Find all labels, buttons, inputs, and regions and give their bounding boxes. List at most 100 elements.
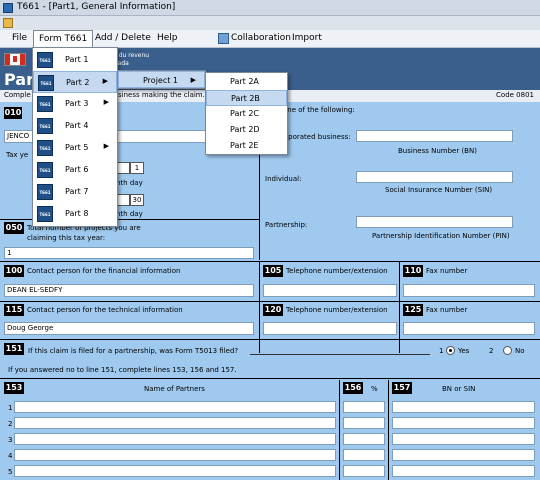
partner-percent-field[interactable] bbox=[343, 417, 385, 429]
project-count-field[interactable]: 1 bbox=[4, 247, 254, 259]
partner-percent-field[interactable] bbox=[343, 401, 385, 413]
instruction-start: Comple bbox=[4, 91, 31, 99]
menu-item-part-1[interactable]: T661 Part 1 bbox=[33, 49, 117, 71]
sin-field[interactable] bbox=[356, 171, 513, 183]
t661-icon: T661 bbox=[37, 162, 53, 178]
line-151-label: If this claim is filed for a partnership… bbox=[28, 347, 239, 355]
month-day-2-label: nth day bbox=[116, 210, 143, 218]
line-115-number: 115 bbox=[4, 304, 24, 316]
partner-name-field[interactable] bbox=[14, 449, 336, 461]
month-2-field[interactable] bbox=[116, 194, 130, 206]
partner-percent-field[interactable] bbox=[343, 433, 385, 445]
menu-item-part-5[interactable]: T661 Part 5 ▶ bbox=[33, 137, 117, 159]
partner-row-number: 1 bbox=[8, 404, 13, 412]
project-1-submenu: Part 2A Part 2B Part 2C Part 2D Part 2E bbox=[205, 72, 288, 155]
line-151-note: If you answered no to line 151, complete… bbox=[8, 366, 237, 374]
t661-icon: T661 bbox=[37, 184, 53, 200]
partner-percent-field[interactable] bbox=[343, 465, 385, 477]
menu-item-part-4[interactable]: T661 Part 4 bbox=[33, 115, 117, 137]
line-151-number: 151 bbox=[4, 343, 24, 355]
menu-item-part-2d[interactable]: Part 2D bbox=[206, 122, 287, 138]
no-number: 2 bbox=[489, 347, 494, 355]
t661-icon: T661 bbox=[38, 75, 54, 91]
partner-row-number: 3 bbox=[8, 436, 13, 444]
menu-collaboration[interactable]: Collaboration bbox=[231, 33, 291, 43]
one-of-label: one of the following: bbox=[283, 106, 355, 114]
yes-number: 1 bbox=[439, 347, 444, 355]
bn-label: Business Number (BN) bbox=[398, 147, 477, 155]
pin-label: Partnership Identification Number (PIN) bbox=[372, 232, 510, 240]
technical-fax-field[interactable] bbox=[403, 322, 535, 335]
day-2-field[interactable]: 30 bbox=[130, 194, 144, 206]
collaboration-icon[interactable] bbox=[218, 33, 229, 44]
menu-item-part-2c[interactable]: Part 2C bbox=[206, 106, 287, 122]
line-115-label: Contact person for the technical informa… bbox=[27, 306, 183, 314]
window-title: T661 - [Part1, General Information] bbox=[17, 2, 176, 12]
col-156-label: % bbox=[371, 385, 378, 393]
t661-icon: T661 bbox=[37, 52, 53, 68]
partner-name-field[interactable] bbox=[14, 417, 336, 429]
line-050-number: 050 bbox=[4, 222, 24, 234]
individual-label: Individual: bbox=[265, 175, 302, 183]
form-code: Code 0801 bbox=[496, 91, 534, 99]
col-157-number: 157 bbox=[392, 382, 412, 394]
partner-percent-field[interactable] bbox=[343, 449, 385, 461]
no-radio[interactable] bbox=[503, 346, 512, 355]
menu-item-part-2a[interactable]: Part 2A bbox=[206, 74, 287, 90]
day-1-field[interactable]: 1 bbox=[130, 162, 144, 174]
line-100-number: 100 bbox=[4, 265, 24, 277]
pin-field[interactable] bbox=[356, 216, 513, 228]
financial-contact-field[interactable]: DEAN EL-SEDFY bbox=[4, 284, 254, 297]
menu-item-project-1[interactable]: Project 1 ▶ bbox=[118, 71, 205, 88]
menu-item-part-6[interactable]: T661 Part 6 bbox=[33, 159, 117, 181]
menu-import[interactable]: Import bbox=[292, 33, 322, 43]
partner-bn-field[interactable] bbox=[392, 401, 535, 413]
yes-radio[interactable] bbox=[446, 346, 455, 355]
technical-phone-field[interactable] bbox=[263, 322, 397, 335]
part-title: Par bbox=[4, 70, 34, 89]
menu-item-part-2b[interactable]: Part 2B bbox=[206, 90, 287, 106]
row-divider bbox=[0, 301, 540, 302]
line-100-label: Contact person for the financial informa… bbox=[27, 267, 181, 275]
line-125-label: Fax number bbox=[426, 306, 468, 314]
partner-row-number: 5 bbox=[8, 468, 13, 476]
financial-phone-field[interactable] bbox=[263, 284, 397, 297]
partner-name-field[interactable] bbox=[14, 465, 336, 477]
menu-add-delete[interactable]: Add / Delete bbox=[95, 33, 151, 43]
partner-row-number: 2 bbox=[8, 420, 13, 428]
month-1-field[interactable] bbox=[116, 162, 130, 174]
partnership-label: Partnership: bbox=[265, 221, 308, 229]
partner-bn-field[interactable] bbox=[392, 465, 535, 477]
leader-line bbox=[250, 354, 430, 355]
financial-fax-field[interactable] bbox=[403, 284, 535, 297]
submenu-arrow-icon: ▶ bbox=[103, 142, 109, 150]
col-157-label: BN or SIN bbox=[442, 385, 476, 393]
no-label: No bbox=[515, 347, 525, 355]
menu-item-part-2[interactable]: T661 Part 2 ▶ bbox=[33, 71, 117, 93]
instruction-end: siness making the claim. bbox=[118, 91, 205, 99]
part-2-submenu: Project 1 ▶ bbox=[117, 70, 206, 89]
line-110-number: 110 bbox=[403, 265, 423, 277]
technical-contact-field[interactable]: Doug George bbox=[4, 322, 254, 335]
partner-bn-field[interactable] bbox=[392, 433, 535, 445]
menu-item-part-7[interactable]: T661 Part 7 bbox=[33, 181, 117, 203]
partner-bn-field[interactable] bbox=[392, 417, 535, 429]
menu-item-part-8[interactable]: T661 Part 8 bbox=[33, 203, 117, 225]
col-divider-3 bbox=[339, 380, 340, 480]
partner-name-field[interactable] bbox=[14, 401, 336, 413]
line-105-label: Telephone number/extension bbox=[286, 267, 388, 275]
menu-help[interactable]: Help bbox=[157, 33, 178, 43]
menu-item-part-2e[interactable]: Part 2E bbox=[206, 138, 287, 154]
col-153-number: 153 bbox=[4, 382, 24, 394]
line-110-label: Fax number bbox=[426, 267, 468, 275]
partner-bn-field[interactable] bbox=[392, 449, 535, 461]
menu-file[interactable]: File bbox=[12, 33, 27, 43]
line-125-number: 125 bbox=[403, 304, 423, 316]
menu-item-part-3[interactable]: T661 Part 3 ▶ bbox=[33, 93, 117, 115]
partner-name-field[interactable] bbox=[14, 433, 336, 445]
toolstrip-icon[interactable] bbox=[3, 18, 13, 28]
bn-field[interactable] bbox=[356, 130, 513, 142]
line-105-number: 105 bbox=[263, 265, 283, 277]
corp-label: orporated business: bbox=[281, 133, 351, 141]
partner-row-number: 4 bbox=[8, 452, 13, 460]
